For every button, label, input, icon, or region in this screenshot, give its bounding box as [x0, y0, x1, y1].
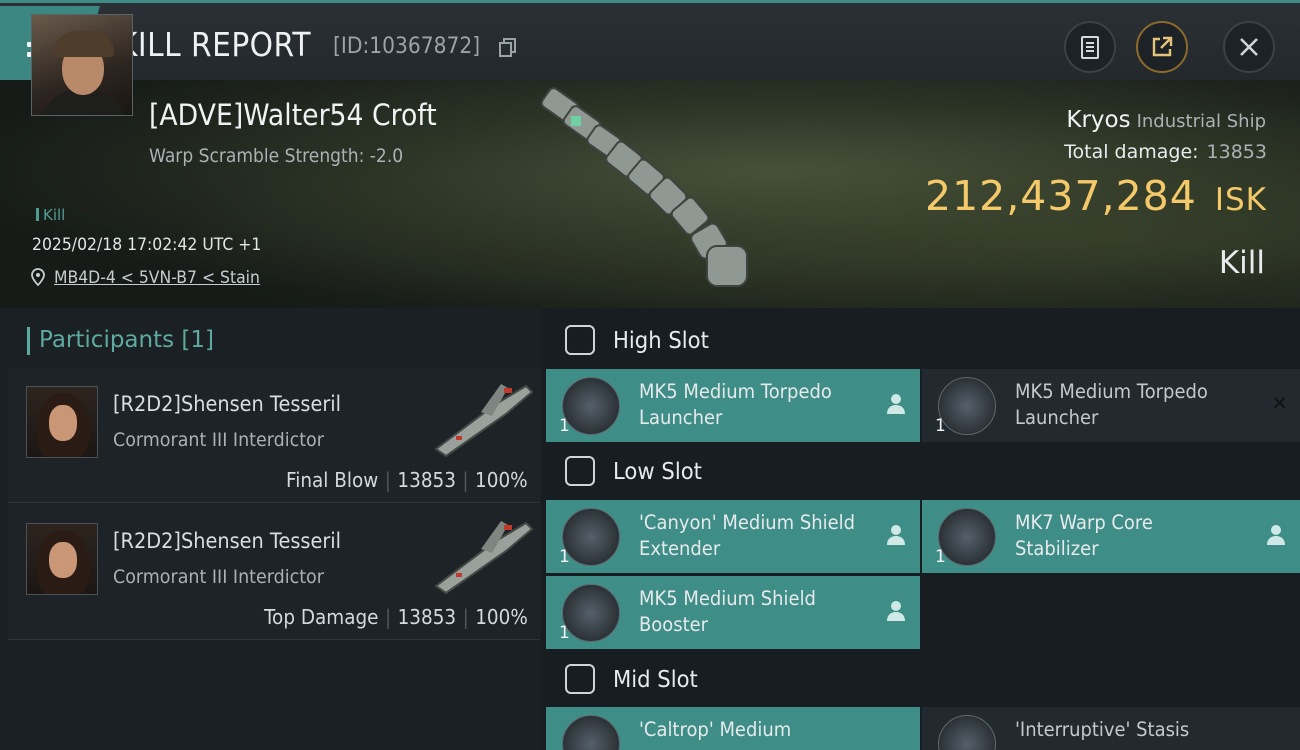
victim-ship-class: Industrial Ship — [1136, 111, 1266, 132]
participants-header: Participants [1] — [27, 327, 214, 355]
report-id: [ID:10367872] — [333, 34, 481, 59]
participant-ship-image — [434, 384, 534, 458]
low-slot-header: Low Slot — [545, 442, 1295, 500]
slot-icon — [565, 456, 595, 486]
module-icon — [562, 508, 620, 566]
victim-ship-name[interactable]: Kryos Industrial Ship — [1066, 107, 1266, 133]
result-label: Kill — [1218, 245, 1265, 281]
module-item[interactable]: 1 MK5 Medium Shield Booster — [546, 576, 920, 649]
kill-datetime: 2025/02/18 17:02:42 UTC +1 — [32, 235, 262, 255]
total-damage: Total damage: 13853 — [1064, 141, 1267, 163]
close-button[interactable] — [1223, 21, 1275, 73]
module-icon — [562, 377, 620, 435]
participant-avatar[interactable] — [26, 523, 98, 595]
kill-tag: Kill — [36, 206, 65, 224]
isk-value: 212,437,284 ISK — [925, 172, 1267, 220]
participant-row[interactable]: [R2D2]Shensen Tesseril Cormorant III Int… — [8, 505, 540, 640]
participant-stats: Final Blow | 13853 | 100% — [286, 468, 528, 492]
participant-ship: Cormorant III Interdictor — [113, 566, 324, 588]
module-item[interactable]: 1 'Canyon' Medium Shield Extender — [546, 500, 920, 573]
user-icon — [1267, 525, 1285, 545]
module-icon — [938, 715, 996, 750]
participant-ship: Cormorant III Interdictor — [113, 429, 324, 451]
page-title: KILL REPORT — [118, 25, 312, 64]
module-icon — [562, 584, 620, 642]
participant-name[interactable]: [R2D2]Shensen Tesseril — [113, 529, 341, 553]
slot-icon — [565, 325, 595, 355]
participant-row[interactable]: [R2D2]Shensen Tesseril Cormorant III Int… — [8, 368, 540, 503]
module-item[interactable]: 'Interruptive' Stasis — [922, 707, 1300, 750]
user-icon — [887, 394, 905, 414]
warp-scramble-strength: Warp Scramble Strength: -2.0 — [149, 145, 404, 167]
module-item[interactable]: 1 MK5 Medium Torpedo Launcher — [546, 369, 920, 442]
victim-name[interactable]: [ADVE]Walter54 Croft — [149, 98, 437, 132]
header-bar: KILL REPORT [ID:10367872] — [0, 0, 1300, 80]
user-icon — [887, 601, 905, 621]
clipboard-button[interactable] — [1064, 21, 1116, 73]
participant-name[interactable]: [R2D2]Shensen Tesseril — [113, 392, 341, 416]
module-icon — [938, 377, 996, 435]
high-slot-header: High Slot — [545, 311, 1295, 369]
victim-portrait[interactable] — [31, 14, 133, 116]
participant-ship-image — [434, 521, 534, 595]
victim-ship-image[interactable] — [535, 86, 775, 301]
share-icon — [1152, 36, 1173, 57]
user-icon — [887, 525, 905, 545]
copy-icon[interactable] — [499, 38, 517, 58]
slot-icon — [565, 664, 595, 694]
dismiss-icon: ✕ — [1271, 391, 1288, 415]
module-icon — [562, 715, 620, 750]
module-icon — [938, 508, 996, 566]
share-button[interactable] — [1136, 21, 1188, 73]
mid-slot-header: Mid Slot — [545, 650, 1295, 708]
participant-avatar[interactable] — [26, 386, 98, 458]
clipboard-icon — [1081, 36, 1099, 59]
participant-stats: Top Damage | 13853 | 100% — [264, 605, 528, 629]
kill-location-link[interactable]: MB4D-4 < 5VN-B7 < Stain — [54, 268, 260, 288]
pin-icon — [31, 268, 45, 286]
module-item[interactable]: 1 MK5 Medium Torpedo Launcher ✕ — [922, 369, 1300, 442]
module-item[interactable]: 1 MK7 Warp Core Stabilizer — [922, 500, 1300, 573]
module-item[interactable]: 'Caltrop' Medium — [546, 707, 920, 750]
close-icon — [1240, 38, 1258, 56]
